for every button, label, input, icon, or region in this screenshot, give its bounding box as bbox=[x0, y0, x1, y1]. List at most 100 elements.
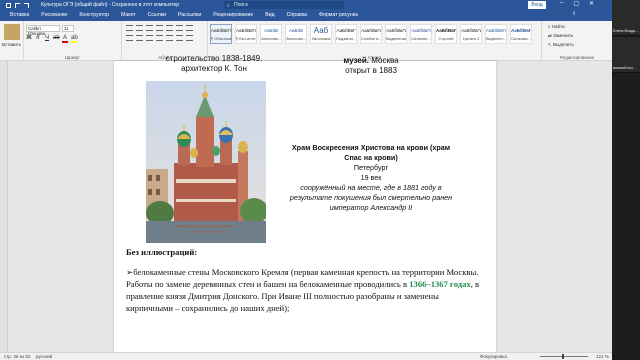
line-spacing-icon[interactable] bbox=[166, 35, 173, 41]
vertical-ruler bbox=[0, 61, 8, 352]
signin-button[interactable]: Вход bbox=[528, 1, 546, 9]
style-normal[interactable]: АаБбВвГг ¶ Обычный bbox=[210, 24, 232, 44]
table-cell-description[interactable]: Храм Воскресения Христова на крови (храм… bbox=[286, 143, 456, 213]
tab-view[interactable]: Вид bbox=[259, 10, 280, 21]
editing-group-label: Редактирование bbox=[559, 55, 595, 60]
participant-tile[interactable]: Елена Влади... bbox=[612, 0, 640, 36]
style-heading-2[interactable]: АаБбВ Заголово... bbox=[285, 24, 307, 44]
tab-insert[interactable]: Вставка bbox=[4, 10, 35, 21]
participant-tile[interactable]: алексей коз... bbox=[612, 37, 640, 73]
shading-icon[interactable] bbox=[176, 35, 183, 41]
paste-button-label[interactable]: Вставить bbox=[2, 42, 21, 47]
redo-icon[interactable] bbox=[24, 2, 29, 8]
decrease-indent-icon[interactable] bbox=[156, 25, 163, 31]
table-cell-right-top[interactable]: музей. Москва открыт в 1883 bbox=[286, 56, 456, 76]
numbering-icon[interactable] bbox=[136, 25, 143, 31]
page-counter[interactable]: стр. 36 из 62 bbox=[4, 354, 30, 359]
style-name: Подзагол... bbox=[336, 36, 356, 41]
word-window: Культура ОГЭ (общий файл) - Сохранено в … bbox=[0, 0, 640, 360]
bullets-icon[interactable] bbox=[126, 25, 133, 31]
style-quote-2[interactable]: АаБбВвГг Цитата 2 bbox=[460, 24, 482, 44]
focus-mode-button[interactable]: Фокусировка bbox=[480, 354, 507, 359]
style-name: ¶ Обычный bbox=[211, 36, 231, 41]
justify-icon[interactable] bbox=[156, 35, 163, 41]
document-body[interactable]: Без иллюстраций: ➢белокаменные стены Мос… bbox=[126, 247, 486, 314]
style-subtitle[interactable]: АаБбВвГ Подзагол... bbox=[335, 24, 357, 44]
increase-indent-icon[interactable] bbox=[166, 25, 173, 31]
tab-mailings[interactable]: Рассылки bbox=[172, 10, 207, 21]
video-call-panel: Елена Влади... алексей коз... bbox=[612, 0, 640, 360]
zoom-slider-knob[interactable] bbox=[562, 354, 564, 359]
bold-icon[interactable]: Ж bbox=[26, 35, 32, 43]
kremlin-paragraph[interactable]: ➢белокаменные стены Московского Кремля (… bbox=[126, 266, 486, 314]
language-indicator[interactable]: русский bbox=[36, 354, 52, 359]
select-label: Выделить bbox=[553, 42, 574, 47]
tab-references[interactable]: Ссылки bbox=[142, 10, 172, 21]
style-name: Строгий bbox=[438, 36, 454, 41]
window-controls: – ▢ ✕ bbox=[560, 0, 594, 7]
highlight-icon[interactable]: ab bbox=[71, 35, 78, 43]
participant-name: Елена Влади... bbox=[613, 29, 639, 33]
style-emphasis[interactable]: АаБбВвГг Выделение bbox=[385, 24, 407, 44]
zoom-level[interactable]: 121 % bbox=[596, 354, 609, 359]
minimize-icon[interactable]: – bbox=[560, 0, 563, 7]
show-marks-icon[interactable] bbox=[186, 25, 193, 31]
tab-layout[interactable]: Макет bbox=[115, 10, 142, 21]
maximize-icon[interactable]: ▢ bbox=[573, 0, 579, 7]
tab-help[interactable]: Справка bbox=[281, 10, 313, 21]
style-intense-reference[interactable]: АаБбВвГг Сильная... bbox=[510, 24, 532, 44]
font-size-select[interactable]: 11 bbox=[62, 25, 74, 32]
style-name: Заголово... bbox=[261, 36, 281, 41]
style-strong[interactable]: АаБбВвГг Строгий bbox=[435, 24, 457, 44]
tab-review[interactable]: Рецензирование bbox=[207, 10, 259, 21]
status-bar: стр. 36 из 62 русский Фокусировка 121 % bbox=[0, 352, 612, 360]
style-sample: АаБбВвГг bbox=[461, 28, 481, 33]
font-name-select[interactable]: Calibri (Основн bbox=[26, 25, 60, 36]
search-box[interactable]: ⌕ Поиск bbox=[224, 1, 344, 9]
select-button[interactable]: ↖ Выделить bbox=[548, 42, 574, 48]
style-sample: АаБбВ bbox=[263, 28, 279, 33]
tab-picture-format[interactable]: Формат рисунка bbox=[313, 10, 364, 21]
tab-design[interactable]: Конструктор bbox=[73, 10, 115, 21]
paste-icon[interactable] bbox=[4, 24, 20, 40]
tab-draw[interactable]: Рисование bbox=[35, 10, 73, 21]
church-photo[interactable] bbox=[146, 81, 266, 243]
style-name: Выделение bbox=[386, 36, 406, 41]
share-icon[interactable]: ⇪ bbox=[572, 11, 576, 17]
style-name: Слабое в... bbox=[361, 36, 381, 41]
style-intense-quote[interactable]: АаБбВвГг Выделен... bbox=[485, 24, 507, 44]
find-button[interactable]: ⌕ Найти bbox=[548, 24, 565, 29]
undo-icon[interactable] bbox=[15, 2, 20, 8]
sort-icon[interactable] bbox=[176, 25, 183, 31]
align-left-icon[interactable] bbox=[126, 35, 133, 41]
zoom-slider[interactable] bbox=[540, 356, 588, 357]
style-sample: АаБбВвГг bbox=[411, 28, 431, 33]
style-subtle-emphasis[interactable]: АаБбВвГг Слабое в... bbox=[360, 24, 382, 44]
align-buttons bbox=[126, 35, 193, 41]
style-name: Заголово... bbox=[286, 36, 306, 41]
multilevel-list-icon[interactable] bbox=[146, 25, 153, 31]
align-center-icon[interactable] bbox=[136, 35, 143, 41]
close-icon[interactable]: ✕ bbox=[589, 0, 594, 7]
underline-icon[interactable]: Ч bbox=[44, 35, 50, 43]
font-color-icon[interactable]: А bbox=[62, 35, 68, 43]
style-title[interactable]: Ааб Заголовок bbox=[310, 24, 332, 44]
font-group: Calibri (Основн 11 Ж К Ч аb А ab Шрифт bbox=[24, 21, 122, 61]
italic-icon[interactable]: К bbox=[35, 35, 41, 43]
style-no-spacing[interactable]: АаБбВвГг ¶ Без инте... bbox=[235, 24, 257, 44]
style-intense-emphasis[interactable]: АаБбВвГг Сильное... bbox=[410, 24, 432, 44]
table-cell-left-top[interactable]: строительство 1838-1849. архитектор К. Т… bbox=[154, 54, 274, 74]
align-right-icon[interactable] bbox=[146, 35, 153, 41]
document-page[interactable]: строительство 1838-1849. архитектор К. Т… bbox=[114, 54, 496, 352]
church-illustration bbox=[146, 81, 266, 243]
style-heading-1[interactable]: АаБбВ Заголово... bbox=[260, 24, 282, 44]
ribbon-tabs: Вставка Рисование Конструктор Макет Ссыл… bbox=[0, 10, 612, 21]
save-icon[interactable] bbox=[6, 2, 11, 8]
borders-icon[interactable] bbox=[186, 35, 193, 41]
replace-button[interactable]: ⇄ Заменить bbox=[548, 33, 573, 39]
document-canvas[interactable]: строительство 1838-1849. архитектор К. Т… bbox=[0, 54, 612, 352]
quick-access-toolbar bbox=[0, 2, 29, 8]
participant-name: алексей коз... bbox=[613, 66, 636, 70]
style-name: ¶ Без инте... bbox=[236, 36, 256, 41]
strikethrough-icon[interactable]: аb bbox=[53, 35, 60, 43]
